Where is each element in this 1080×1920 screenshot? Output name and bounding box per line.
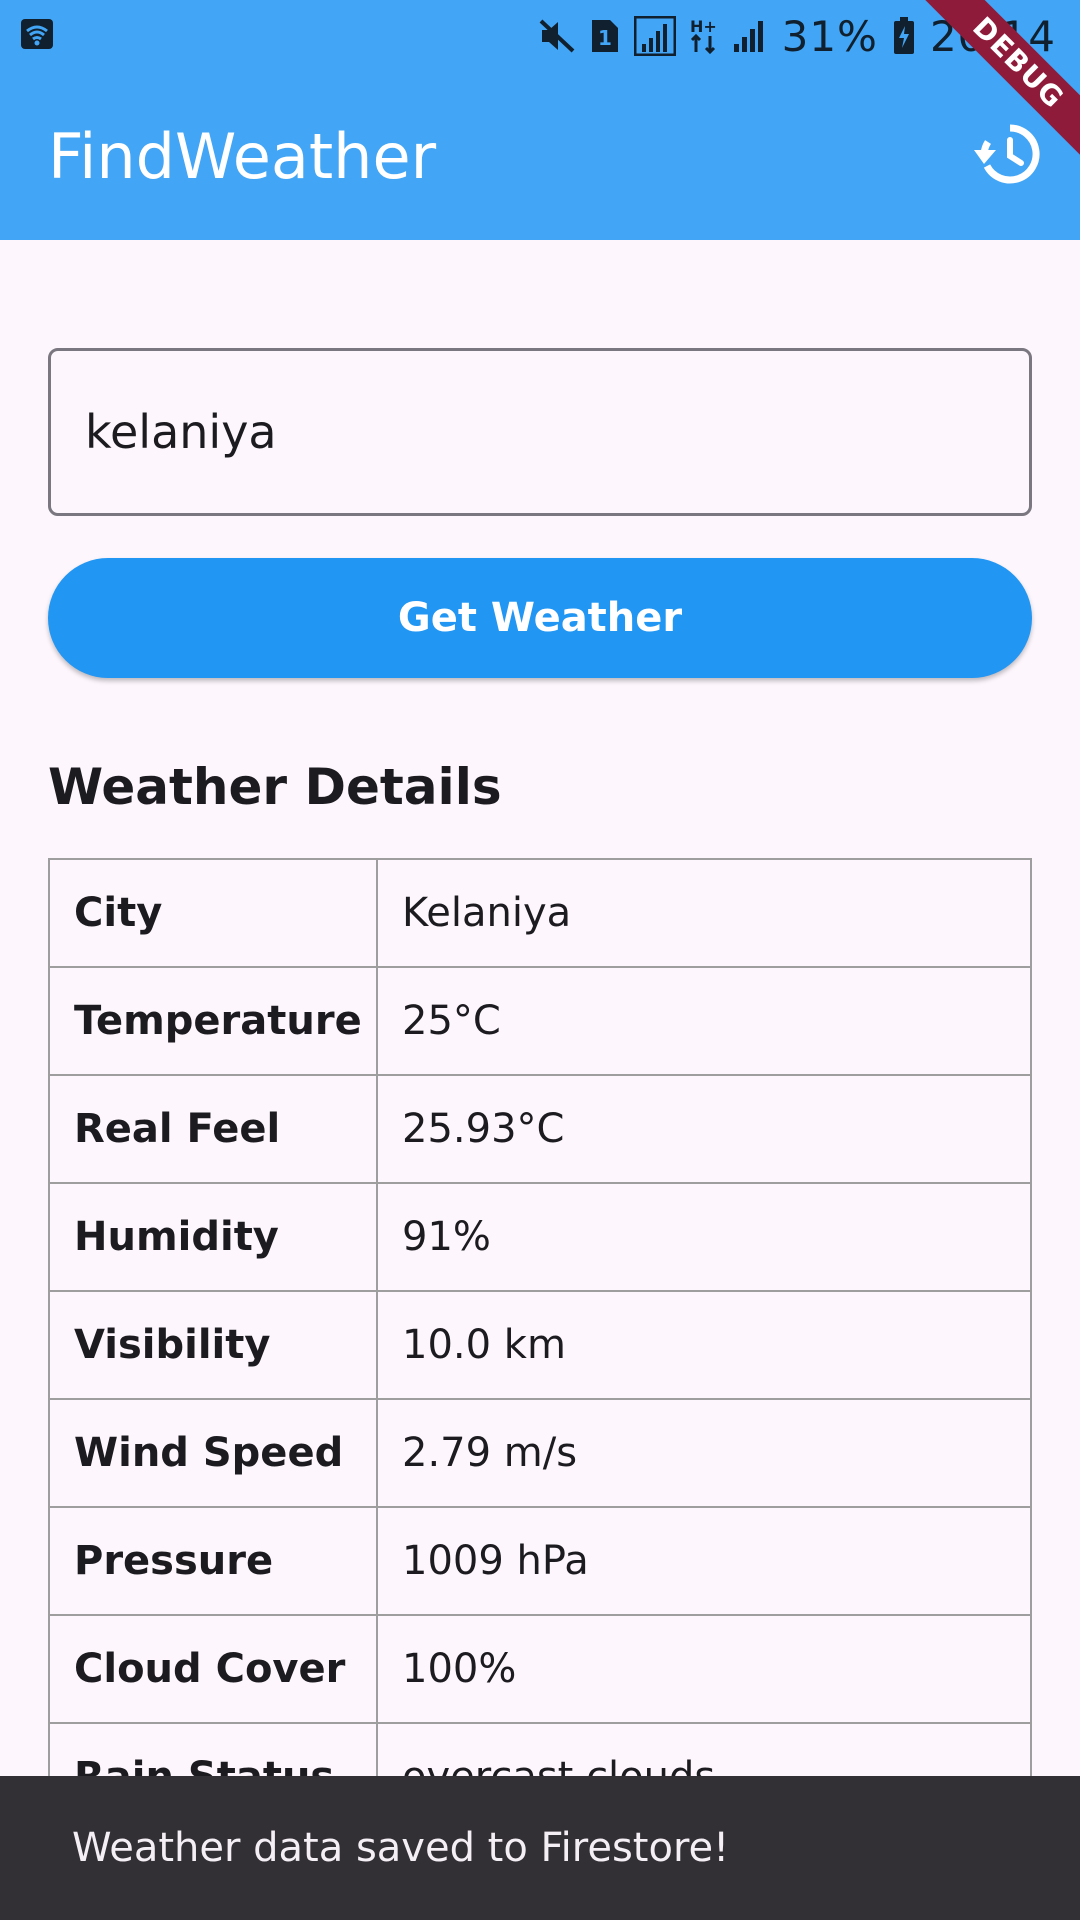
table-row: Humidity 91% — [48, 1182, 1032, 1292]
table-row: Real Feel 25.93°C — [48, 1074, 1032, 1184]
row-value: overcast clouds — [376, 1722, 1032, 1776]
row-value: 1009 hPa — [376, 1506, 1032, 1616]
data-arrows-icon: H+ — [690, 16, 718, 56]
snackbar: Weather data saved to Firestore! — [0, 1776, 1080, 1920]
city-input[interactable] — [48, 348, 1032, 516]
table-row: Pressure 1009 hPa — [48, 1506, 1032, 1616]
row-value: 91% — [376, 1182, 1032, 1292]
table-row: Wind Speed 2.79 m/s — [48, 1398, 1032, 1508]
table-row: Cloud Cover 100% — [48, 1614, 1032, 1724]
wifi-icon — [20, 18, 54, 55]
status-bar: 1 H+ 31% — [0, 0, 1080, 72]
sim-icon: 1 — [590, 18, 620, 54]
row-label: Temperature — [48, 966, 378, 1076]
row-label: City — [48, 858, 378, 968]
weather-details-title: Weather Details — [48, 758, 502, 816]
table-row: Rain Status overcast clouds — [48, 1722, 1032, 1776]
app-bar: FindWeather — [0, 72, 1080, 240]
table-row: Temperature 25°C — [48, 966, 1032, 1076]
history-button[interactable] — [968, 116, 1048, 196]
row-label: Wind Speed — [48, 1398, 378, 1508]
history-icon — [974, 122, 1042, 191]
table-row: Visibility 10.0 km — [48, 1290, 1032, 1400]
row-label: Pressure — [48, 1506, 378, 1616]
weather-details-table: City Kelaniya Temperature 25°C Real Feel… — [48, 858, 1032, 1776]
row-value: 2.79 m/s — [376, 1398, 1032, 1508]
row-label: Real Feel — [48, 1074, 378, 1184]
get-weather-button[interactable]: Get Weather — [48, 558, 1032, 678]
row-label: Humidity — [48, 1182, 378, 1292]
row-label: Visibility — [48, 1290, 378, 1400]
row-label: Rain Status — [48, 1722, 378, 1776]
mute-icon — [538, 18, 576, 54]
signal-icon — [732, 18, 768, 54]
row-value: 25°C — [376, 966, 1032, 1076]
snackbar-message: Weather data saved to Firestore! — [72, 1825, 730, 1871]
svg-text:1: 1 — [598, 26, 612, 50]
row-value: 100% — [376, 1614, 1032, 1724]
app-title: FindWeather — [48, 119, 437, 193]
svg-text:H+: H+ — [690, 17, 717, 36]
row-value: Kelaniya — [376, 858, 1032, 968]
row-value: 25.93°C — [376, 1074, 1032, 1184]
row-value: 10.0 km — [376, 1290, 1032, 1400]
battery-charging-icon — [892, 16, 916, 56]
table-row: City Kelaniya — [48, 858, 1032, 968]
signal-icon — [633, 16, 676, 56]
battery-percent: 31% — [781, 11, 878, 61]
row-label: Cloud Cover — [48, 1614, 378, 1724]
